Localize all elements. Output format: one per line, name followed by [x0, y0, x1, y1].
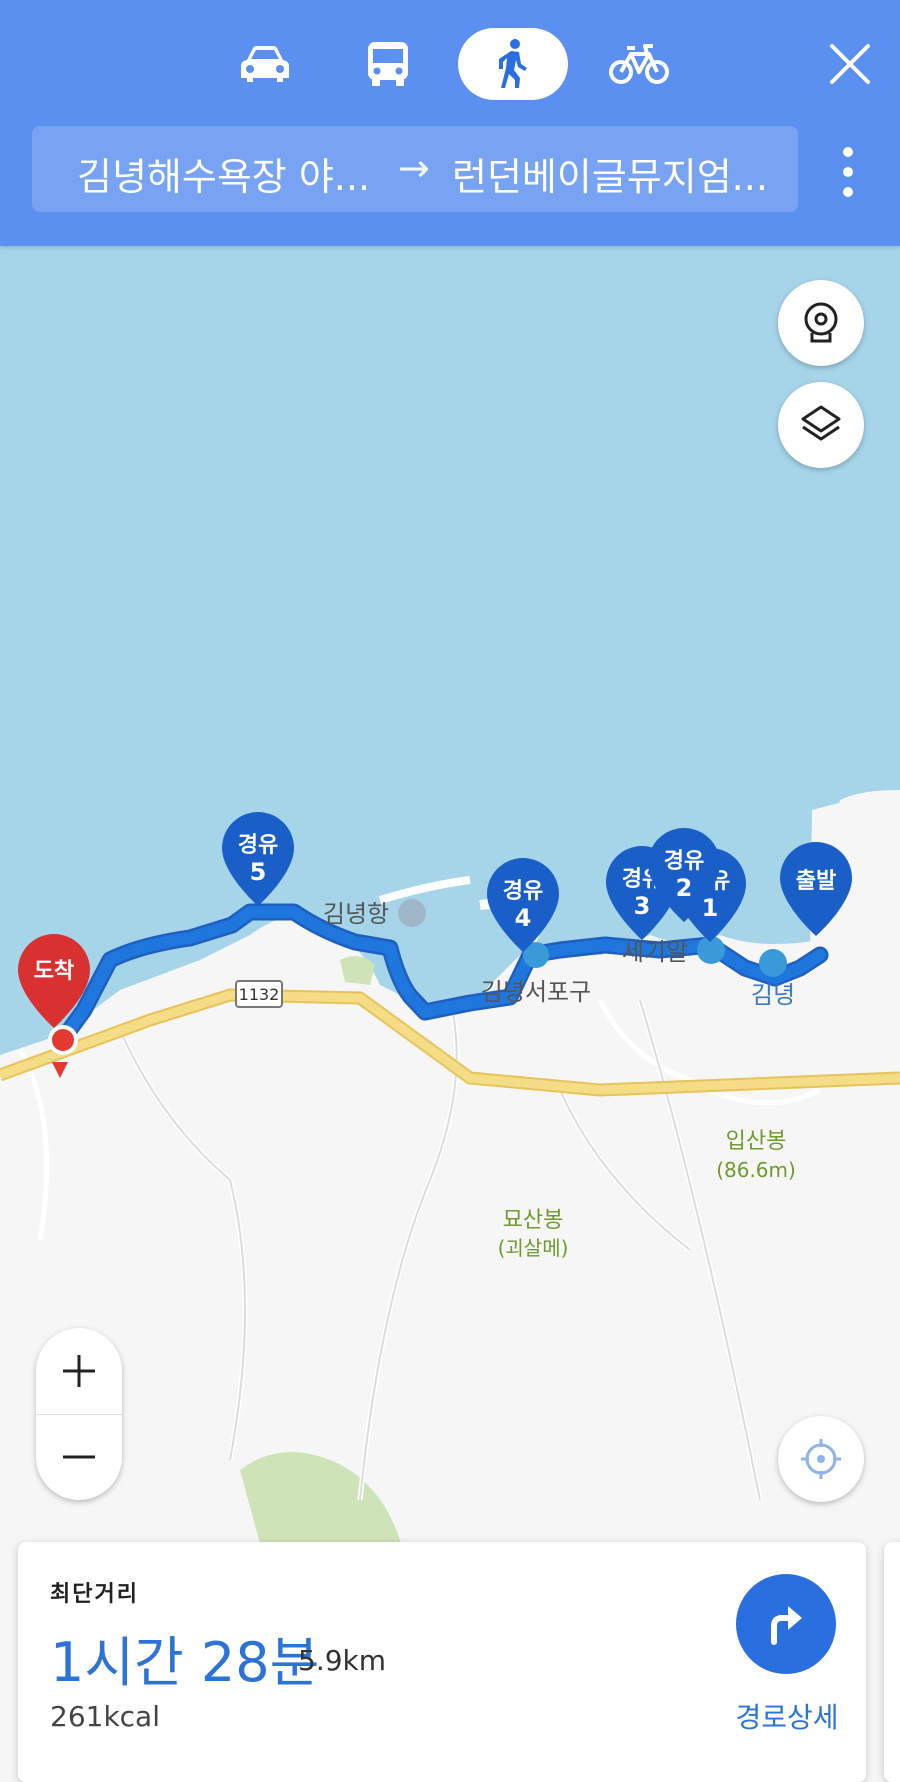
route-type-label: 최단거리: [50, 1582, 139, 1607]
route-endpoints-field[interactable]: 김녕해수욕장 야... → 런던베이글뮤지엄...: [32, 126, 798, 212]
bicycle-icon: [609, 44, 669, 84]
minus-icon: [63, 1455, 95, 1459]
turn-right-arrow-icon: [771, 1606, 802, 1645]
bus-icon: [368, 42, 408, 86]
zoom-out-button[interactable]: [36, 1414, 122, 1500]
route-calories: 261kcal: [50, 1700, 160, 1733]
svg-text:도착: 도착: [34, 959, 74, 984]
route-duration: 1시간 28분: [50, 1631, 320, 1694]
port-icon: [398, 899, 426, 927]
map-label-segiol: 세기알: [622, 938, 688, 966]
svg-text:경유: 경유: [238, 833, 278, 858]
destination-text[interactable]: 런던베이글뮤지엄...: [452, 146, 782, 201]
more-vertical-icon: [843, 147, 853, 197]
current-location-button[interactable]: [778, 1416, 864, 1502]
close-button[interactable]: [822, 36, 878, 92]
map-label-ipsanbong-height: (86.6m): [716, 1158, 796, 1182]
next-route-card-peek[interactable]: [884, 1542, 900, 1782]
map-label-port: 김녕항: [323, 900, 389, 928]
map-label-ipsanbong: 입산봉: [726, 1129, 787, 1154]
svg-text:2: 2: [676, 874, 693, 902]
street-view-button[interactable]: [778, 280, 864, 366]
top-bar: 김녕해수욕장 야... → 런던베이글뮤지엄...: [0, 0, 900, 246]
svg-text:출발: 출발: [796, 869, 836, 894]
crosshair-icon: [801, 1439, 841, 1479]
close-icon: [830, 44, 870, 84]
sea-area: [0, 246, 900, 1055]
route-distance: 5.9km: [298, 1644, 387, 1677]
walk-mode-button[interactable]: [458, 28, 568, 100]
svg-text:경유: 경유: [664, 849, 704, 874]
bike-mode-button[interactable]: [594, 28, 684, 100]
zoom-in-button[interactable]: [36, 1328, 122, 1414]
car-icon: [241, 46, 289, 82]
svg-text:5: 5: [250, 858, 267, 886]
route-summary-card[interactable]: 최단거리 1시간 28분 5.9km 261kcal 경로상세: [18, 1542, 866, 1782]
svg-text:1132: 1132: [239, 985, 280, 1004]
beach-icon: [759, 949, 787, 977]
route-detail-label[interactable]: 경로상세: [720, 1696, 854, 1736]
zoom-control: [36, 1328, 122, 1500]
layers-icon: [801, 405, 841, 441]
road-number-shield: 1132: [235, 980, 283, 1008]
car-mode-button[interactable]: [220, 28, 310, 100]
layers-button[interactable]: [778, 382, 864, 468]
map-label-gimnyeong: 김녕: [751, 981, 795, 1009]
svg-text:4: 4: [515, 904, 532, 932]
more-options-button[interactable]: [832, 142, 864, 202]
svg-text:경유: 경유: [503, 879, 543, 904]
walking-person-icon: [499, 39, 527, 88]
street-view-icon: [804, 302, 838, 343]
map-label-myosanbong-sub: (괴살메): [498, 1236, 569, 1260]
route-arrow: →: [398, 146, 430, 190]
map-label-west-port: 김녕서포구: [481, 978, 591, 1006]
svg-text:3: 3: [634, 892, 651, 920]
origin-text[interactable]: 김녕해수욕장 야...: [77, 146, 397, 201]
plus-icon: [63, 1355, 95, 1387]
map-label-myosanbong: 묘산봉: [503, 1208, 564, 1233]
route-detail-button[interactable]: [736, 1574, 836, 1674]
bus-mode-button[interactable]: [343, 28, 433, 100]
